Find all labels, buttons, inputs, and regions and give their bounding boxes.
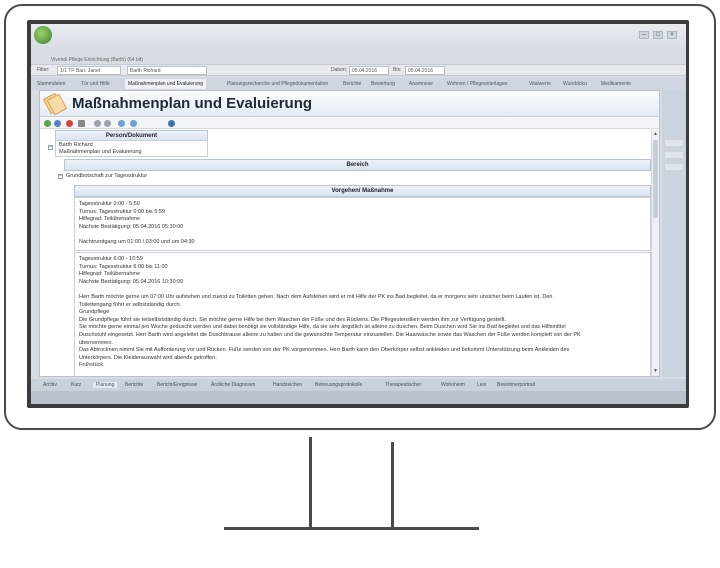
block1-line-6: Nachtrundgang um 01:00 / 03:00 und um 04… [79,238,195,245]
monitor-stand-right [391,442,394,529]
tab-anamnese[interactable]: Anamnese [409,81,433,87]
block2-line-1: Tagesstruktur 6:00 - 10:59 [79,256,143,262]
block1-line-5 [79,231,646,239]
bottom-tab-wohnheim[interactable]: Wohnheim [441,382,465,388]
block2-line-6: Herr Barth möchte gerne um 07:00 Uhr auf… [79,293,553,300]
bottom-tab-kurz[interactable]: Kurz [71,382,81,388]
panel-title: Maßnahmenplan und Evaluierung [72,95,313,112]
bottom-tab-planung[interactable]: Planung [93,382,118,388]
print-icon[interactable] [78,120,85,127]
block2-line-8: Grundpflege [79,309,110,316]
vertical-scrollbar[interactable]: ▲ ▼ [651,130,659,376]
document-panel: Maßnahmenplan und Evaluierung Person/Dok… [39,90,660,377]
screen: – □ × Vivendi Pflege Einrichtung (Barth)… [31,24,686,404]
panel-toolbar [40,118,659,129]
bereich-item: Grundbotschaft zur Tagesstruktur [66,173,148,179]
bottom-tab-diagnosen[interactable]: Ärztliche Diagnosen [211,382,255,388]
bottom-tab-ereignisse[interactable]: Bericht/Ereignisse [157,382,197,388]
scrollbar-thumb[interactable] [653,140,658,218]
block1-line-1: Tagesstruktur 0:00 - 5:59 [79,201,140,207]
tab-wunddoku[interactable]: Wunddoku [563,81,587,87]
monitor-base [224,527,479,530]
block1-line-4: Nächste Bestätigung: 05.04.2016 05:30:00 [79,223,184,230]
person-cell: Barth Richard Maßnahmenplan und Evaluier… [55,140,208,157]
module-tabs: Stammdaten Tür und Hilfe Maßnahmenplan u… [31,78,686,90]
tab-massnahmenplan[interactable]: Maßnahmenplan und Evaluierung [125,79,207,89]
bottom-tab-betreuung[interactable]: Betreuungsprotokolle [315,382,362,388]
block2-line-13: Das Abtrocknen nimmt Sie mit Aufforderun… [79,347,570,354]
forward-icon[interactable] [104,120,111,127]
bottom-tab-portrait[interactable]: Bewohnerportrait [497,382,535,388]
bottom-tab-handzeichen[interactable]: Handzeichen [273,382,302,388]
block2-line-7: Toilettengang führt er selbstständig dur… [79,301,182,308]
status-bar [31,391,686,404]
panel-header: Maßnahmenplan und Evaluierung [40,91,659,117]
bis-label: Bis: [393,67,402,73]
client-value: Barth Richard [130,68,161,74]
bottom-tab-therapeutischer[interactable]: Therapeutischer [385,382,421,388]
measure-block-1: Tagesstruktur 0:00 - 5:59 Turnus: Tagess… [74,197,651,251]
title-bar: – □ × [31,24,686,48]
window-title: Vivendi Pflege Einrichtung (Barth) (64 b… [51,57,143,63]
back-icon[interactable] [94,120,101,127]
tree-toggle-person[interactable]: – [48,145,53,150]
close-button[interactable]: × [667,31,677,39]
maximize-button[interactable]: □ [653,31,663,39]
scroll-down-icon[interactable]: ▼ [653,368,658,374]
person-name: Barth Richard [59,142,93,148]
block2-line-12: übernommen. [79,339,113,346]
block2-line-3: Hilfegrad: Teilübernahme [79,271,141,278]
block2-line-2: Turnus: Tagesstruktur 6:00 bis 11:00 [79,263,168,270]
tree-toggle-bereich[interactable]: – [58,174,63,179]
tab-bewertung[interactable]: Bewertung [371,81,395,87]
expand-icon[interactable] [118,120,125,127]
block2-line-10: Sie möchte gerne einmal pro Woche gedusc… [79,324,566,331]
vorgehen-header: Vorgehen/ Maßnahme [74,185,651,197]
app-logo-icon [34,26,52,44]
add-icon[interactable] [44,120,51,127]
document-icon [42,92,68,116]
tab-tuer-hilfe[interactable]: Tür und Hilfe [81,81,110,87]
tab-berichte[interactable]: Berichte [343,81,361,87]
tab-planung[interactable]: Planungsrecherche und Pflegedokumentatio… [227,81,328,87]
bottom-tab-leis[interactable]: Leis [477,382,486,388]
minimize-button[interactable]: – [639,31,649,39]
tab-vitalwerte[interactable]: Vitalwerte [529,81,551,87]
document-content: Person/Dokument Barth Richard Maßnahmenp… [40,130,651,376]
block1-line-3: Hilfegrad: Teilübernahme [79,216,141,223]
filter-bar: Filter: 1/1 TP Barr. Janet Barth Richard… [31,64,686,76]
date-to-field[interactable]: 05.04.2016 [405,66,445,75]
date-from-field[interactable]: 05.04.2016 [349,66,389,75]
block2-line-11: Duschstuhl eingesetzt. Herr Barth wird a… [79,331,581,338]
tab-stammdaten[interactable]: Stammdaten [37,81,65,87]
document-name: Maßnahmenplan und Evaluierung [59,149,142,155]
client-dropdown[interactable]: Barth Richard [127,66,207,75]
filter-label: Filter: [37,67,50,73]
scroll-up-icon[interactable]: ▲ [653,131,658,137]
tab-wohnen[interactable]: Wohnen / Pflegeunterlagen [447,81,508,87]
date-from-value: 05.04.2016 [352,68,378,74]
bereich-header: Bereich [64,159,651,171]
block2-line-15: Frühstück [79,362,104,369]
bottom-tab-archiv[interactable]: Archiv [43,382,57,388]
tab-medikamente[interactable]: Medikamente [601,81,631,87]
date-to-value: 05.04.2016 [408,68,434,74]
right-side-panel [662,90,686,377]
monitor-stand-left [309,437,312,529]
block1-line-2: Turnus: Tagesstruktur 0:00 bis 5:59 [79,208,165,215]
filter-value: 1/1 TP Barr. Janet [60,68,101,74]
filter-dropdown[interactable]: 1/1 TP Barr. Janet [57,66,121,75]
block2-line-4: Nächste Bestätigung: 05.04.2016 10:30:00 [79,278,184,285]
bottom-tab-berichte[interactable]: Berichte [125,382,143,388]
bottom-tabs: Archiv Kurz Planung Berichte Bericht/Ere… [31,379,686,391]
date-label: Datum: [331,67,348,73]
collapse-icon[interactable] [130,120,137,127]
block2-line-14: Unterkörpers. Die Kleiderauswahl wird ab… [79,354,217,361]
measure-block-2: Tagesstruktur 6:00 - 10:59 Turnus: Tages… [74,252,651,376]
delete-icon[interactable] [66,120,73,127]
edit-icon[interactable] [54,120,61,127]
block2-line-9: Die Grundpflege führt sie teilselbststän… [79,316,506,323]
help-icon[interactable] [168,120,175,127]
block2-line-5 [79,286,646,294]
